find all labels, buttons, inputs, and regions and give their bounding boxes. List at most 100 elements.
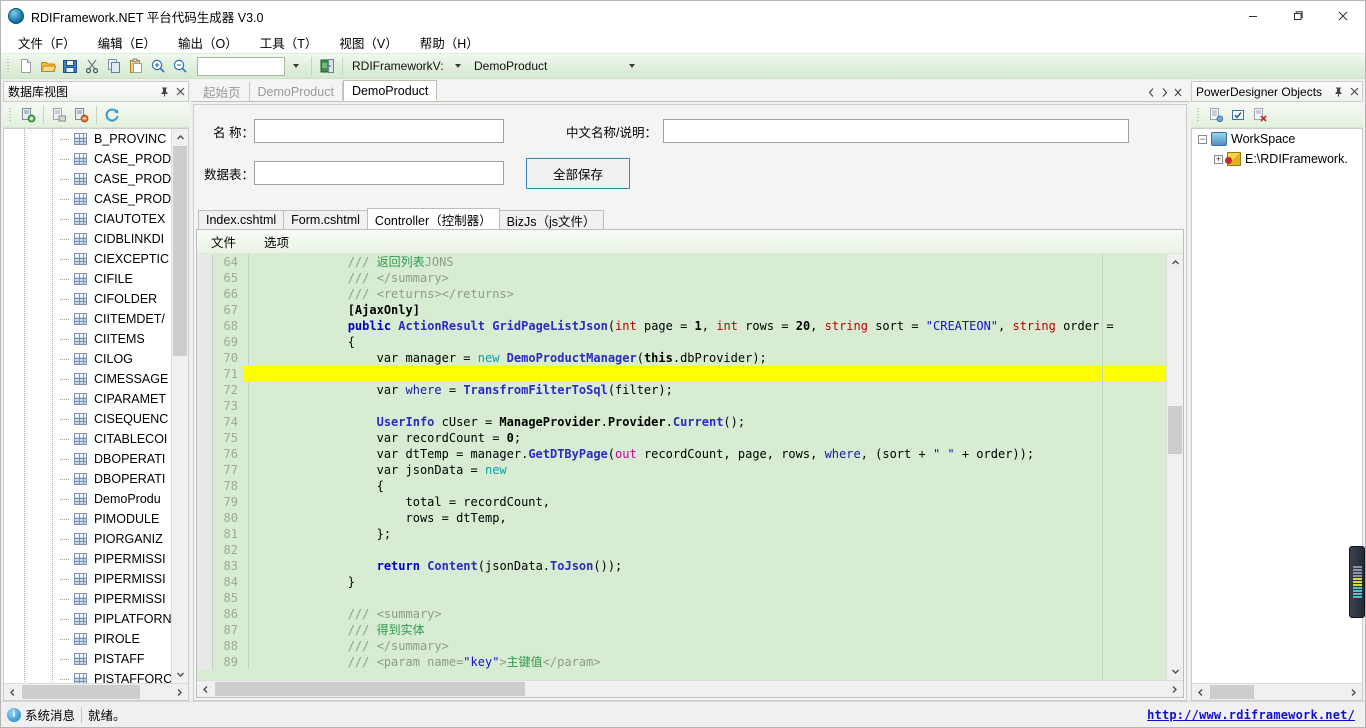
breakpoint-gutter[interactable] xyxy=(197,526,213,542)
delete-model-icon[interactable] xyxy=(1249,104,1271,126)
code-line[interactable]: 89 /// <param name="key">主键值</param> xyxy=(197,654,1166,670)
tree-item-table[interactable]: CIEXCEPTIC xyxy=(4,249,171,269)
pin-icon[interactable] xyxy=(156,84,172,100)
code-line[interactable]: 71 xyxy=(197,366,1166,382)
tree-item-table[interactable]: CITABLECOI xyxy=(4,429,171,449)
project-combo-chevron-down-icon[interactable] xyxy=(447,55,469,77)
search-dropdown-icon[interactable] xyxy=(285,55,307,77)
tree-item-table[interactable]: CASE_PROD xyxy=(4,189,171,209)
breakpoint-gutter[interactable] xyxy=(197,446,213,462)
breakpoint-gutter[interactable] xyxy=(197,350,213,366)
close-icon[interactable] xyxy=(1346,84,1362,100)
breakpoint-gutter[interactable] xyxy=(197,318,213,334)
tree-item-table[interactable]: CIFOLDER xyxy=(4,289,171,309)
breakpoint-gutter[interactable] xyxy=(197,558,213,574)
tree-item-table[interactable]: PIPERMISSI xyxy=(4,549,171,569)
code-line[interactable]: 77 var jsonData = new xyxy=(197,462,1166,478)
code-line[interactable]: 79 total = recordCount, xyxy=(197,494,1166,510)
save-icon[interactable] xyxy=(59,55,81,77)
tab-controller[interactable]: Controller（控制器） xyxy=(366,208,500,229)
code-line[interactable]: 75 var recordCount = 0; xyxy=(197,430,1166,446)
tab-bizjs[interactable]: BizJs（js文件） xyxy=(498,210,604,229)
code-line[interactable]: 73 xyxy=(197,398,1166,414)
tree-item-table[interactable]: PIORGANIZ xyxy=(4,529,171,549)
menu-help[interactable]: 帮助（H） xyxy=(409,31,490,54)
copy-icon[interactable] xyxy=(103,55,125,77)
refresh-icon[interactable] xyxy=(101,104,123,126)
breakpoint-gutter[interactable] xyxy=(197,414,213,430)
close-icon[interactable] xyxy=(1320,1,1365,31)
editor-menu-file[interactable]: 文件 xyxy=(211,232,236,251)
cut-icon[interactable] xyxy=(81,55,103,77)
edit-connection-icon[interactable] xyxy=(48,104,70,126)
tree-scroll-thumb[interactable] xyxy=(173,146,187,356)
website-link[interactable]: http://www.rdiframework.net/ xyxy=(1147,708,1355,722)
scroll-up-icon[interactable] xyxy=(172,129,188,146)
document-tab-demoproduct-1[interactable]: DemoProduct xyxy=(250,82,343,101)
tree-item-table[interactable]: DBOPERATI xyxy=(4,469,171,489)
menu-tools[interactable]: 工具（T） xyxy=(249,31,329,54)
breakpoint-gutter[interactable] xyxy=(197,302,213,318)
tree-item-table[interactable]: CIDBLINKDI xyxy=(4,229,171,249)
breakpoint-gutter[interactable] xyxy=(197,510,213,526)
editor-vertical-scrollbar[interactable] xyxy=(1166,254,1183,680)
code-line[interactable]: 76 var dtTemp = manager.GetDTByPage(out … xyxy=(197,446,1166,462)
tree-item-table[interactable]: CISEQUENC xyxy=(4,409,171,429)
name-input[interactable] xyxy=(254,119,504,143)
code-line[interactable]: 68 public ActionResult GridPageListJson(… xyxy=(197,318,1166,334)
scroll-left-icon[interactable] xyxy=(4,684,21,701)
tree-item-table[interactable]: PIPERMISSI xyxy=(4,569,171,589)
code-line[interactable]: 83 return Content(jsonData.ToJson()); xyxy=(197,558,1166,574)
breakpoint-gutter[interactable] xyxy=(197,606,213,622)
tree-item-table[interactable]: CASE_PROD xyxy=(4,149,171,169)
breakpoint-gutter[interactable] xyxy=(197,622,213,638)
breakpoint-gutter[interactable] xyxy=(197,366,213,382)
editor-scroll-thumb[interactable] xyxy=(1168,406,1182,454)
table-combo[interactable]: DemoProduct xyxy=(469,57,621,76)
tree-item-table[interactable]: DemoProdu xyxy=(4,489,171,509)
export-door-icon[interactable] xyxy=(316,55,338,77)
breakpoint-gutter[interactable] xyxy=(197,462,213,478)
tree-node-model[interactable]: + E:\RDIFramework. xyxy=(1192,149,1362,169)
project-combo[interactable]: RDIFrameworkV: xyxy=(347,57,447,76)
breakpoint-gutter[interactable] xyxy=(197,574,213,590)
tree-item-table[interactable]: CASE_PROD xyxy=(4,169,171,189)
save-all-button[interactable]: 全部保存 xyxy=(526,157,630,189)
editor-menu-options[interactable]: 选项 xyxy=(264,232,289,251)
tree-horizontal-scrollbar[interactable] xyxy=(4,683,188,700)
breakpoint-gutter[interactable] xyxy=(197,494,213,510)
pd-scroll-right-icon[interactable] xyxy=(1345,684,1362,701)
tree-item-table[interactable]: PISTAFFORC xyxy=(4,669,171,683)
remove-connection-icon[interactable] xyxy=(70,104,92,126)
tree-item-table[interactable]: CIMESSAGE xyxy=(4,369,171,389)
toolbar-search-input[interactable] xyxy=(197,56,285,76)
new-file-icon[interactable] xyxy=(15,55,37,77)
table-input[interactable] xyxy=(254,161,504,185)
breakpoint-gutter[interactable] xyxy=(197,286,213,302)
code-line[interactable]: 80 rows = dtTemp, xyxy=(197,510,1166,526)
code-line[interactable]: 65 /// </summary> xyxy=(197,270,1166,286)
next-tab-icon[interactable] xyxy=(1160,87,1169,101)
pd-hscroll-thumb[interactable] xyxy=(1210,685,1254,699)
close-icon[interactable] xyxy=(172,84,188,100)
db-toolbar-grip[interactable] xyxy=(8,105,14,124)
tree-item-table[interactable]: CIPARAMET xyxy=(4,389,171,409)
tree-item-table[interactable]: PIPLATFORN xyxy=(4,609,171,629)
code-line[interactable]: 67 [AjaxOnly] xyxy=(197,302,1166,318)
zoom-out-icon[interactable] xyxy=(169,55,191,77)
expand-icon[interactable]: + xyxy=(1214,154,1223,164)
tree-item-table[interactable]: CILOG xyxy=(4,349,171,369)
breakpoint-gutter[interactable] xyxy=(197,254,213,270)
pd-scroll-left-icon[interactable] xyxy=(1192,684,1209,701)
select-check-icon[interactable] xyxy=(1227,104,1249,126)
breakpoint-gutter[interactable] xyxy=(197,334,213,350)
breakpoint-gutter[interactable] xyxy=(197,430,213,446)
code-line[interactable]: 64 /// 返回列表JONS xyxy=(197,254,1166,270)
tab-index-cshtml[interactable]: Index.cshtml xyxy=(198,210,285,229)
pd-toolbar-grip[interactable] xyxy=(1196,105,1202,124)
zoom-in-icon[interactable] xyxy=(147,55,169,77)
code-line[interactable]: 87 /// 得到实体 xyxy=(197,622,1166,638)
code-line[interactable]: 81 }; xyxy=(197,526,1166,542)
breakpoint-gutter[interactable] xyxy=(197,654,213,670)
editor-horizontal-scrollbar[interactable] xyxy=(197,680,1183,697)
